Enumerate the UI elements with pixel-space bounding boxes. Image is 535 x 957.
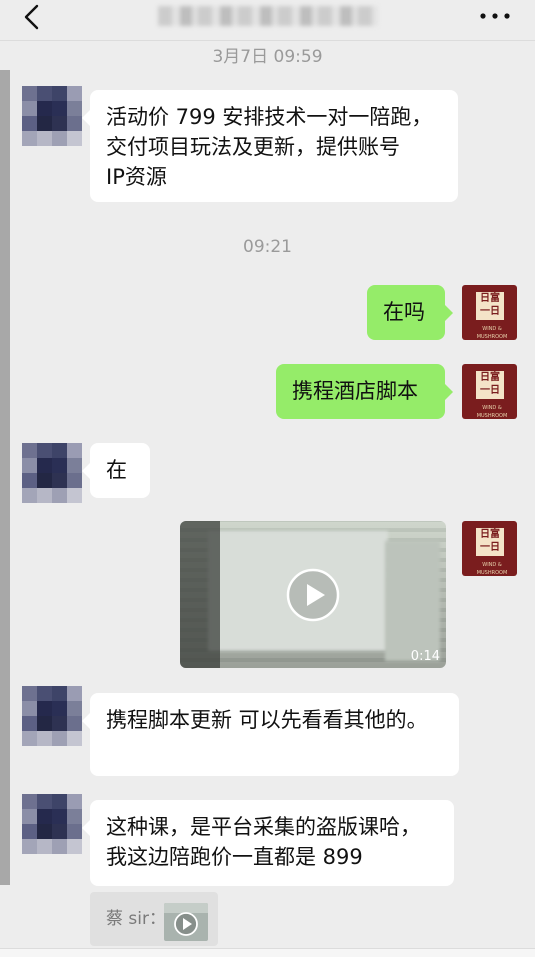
avatar-subtitle: WIND & MUSHROOM: [476, 405, 508, 419]
contact-avatar[interactable]: [22, 686, 82, 746]
message-bubble[interactable]: 携程脚本更新 可以先看看其他的。: [82, 693, 459, 776]
avatar-subtitle: WIND & MUSHROOM: [476, 326, 508, 340]
message-bubble[interactable]: 在: [82, 443, 150, 498]
contact-avatar[interactable]: [22, 443, 82, 503]
message-text: 在吗: [383, 300, 425, 324]
message-text: 携程酒店脚本: [292, 379, 418, 403]
video-thumbnail-edge: [180, 521, 220, 668]
video-duration: 0:14: [410, 649, 440, 664]
timestamp: 09:21: [243, 237, 292, 257]
message-text-line: 我这边陪跑价一直都是 899: [106, 845, 363, 869]
contact-avatar[interactable]: [22, 86, 82, 146]
play-icon: [164, 903, 208, 936]
message-bubble[interactable]: 这种课，是平台采集的盗版课哈， 我这边陪跑价一直都是 899: [82, 800, 454, 886]
chat-title-obscured: [158, 6, 378, 26]
chevron-left-icon[interactable]: [20, 2, 46, 32]
video-thumbnail-side: [385, 541, 440, 661]
avatar-subtitle: WIND & MUSHROOM: [476, 562, 508, 576]
more-dots-icon[interactable]: [477, 8, 513, 24]
message-text: 在: [106, 458, 127, 482]
my-avatar[interactable]: 日富 一日 WIND & MUSHROOM: [462, 521, 517, 576]
my-avatar[interactable]: 日富 一日 WIND & MUSHROOM: [462, 285, 517, 340]
contact-avatar[interactable]: [22, 794, 82, 854]
my-message-bubble[interactable]: 携程酒店脚本: [276, 364, 453, 419]
message-text-line: IP资源: [106, 165, 167, 189]
my-message-bubble[interactable]: 在吗: [367, 285, 453, 340]
header-divider: [0, 40, 535, 41]
video-message[interactable]: 0:14: [180, 521, 446, 668]
message-text-line: 交付项目玩法及更新，提供账号: [106, 135, 400, 159]
timestamp: 3月7日 09:59: [212, 47, 323, 67]
play-icon[interactable]: [286, 568, 340, 622]
message-text: 携程脚本更新 可以先看看其他的。: [106, 708, 428, 732]
message-text-line: 活动价 799 安排技术一对一陪跑，: [106, 105, 433, 129]
my-avatar[interactable]: 日富 一日 WIND & MUSHROOM: [462, 364, 517, 419]
quote-video-thumbnail[interactable]: [164, 903, 208, 941]
avatar-logo: 日富 一日: [476, 292, 504, 320]
left-edge-bar: [0, 70, 10, 885]
avatar-logo: 日富 一日: [476, 371, 504, 399]
message-text-line: 这种课，是平台采集的盗版课哈，: [106, 815, 421, 839]
quote-sender: 蔡 sir：: [106, 909, 166, 929]
quoted-message[interactable]: 蔡 sir：: [90, 892, 218, 946]
top-bar: [0, 0, 535, 40]
avatar-logo: 日富 一日: [476, 528, 504, 556]
message-bubble[interactable]: 活动价 799 安排技术一对一陪跑， 交付项目玩法及更新，提供账号 IP资源: [82, 90, 458, 202]
